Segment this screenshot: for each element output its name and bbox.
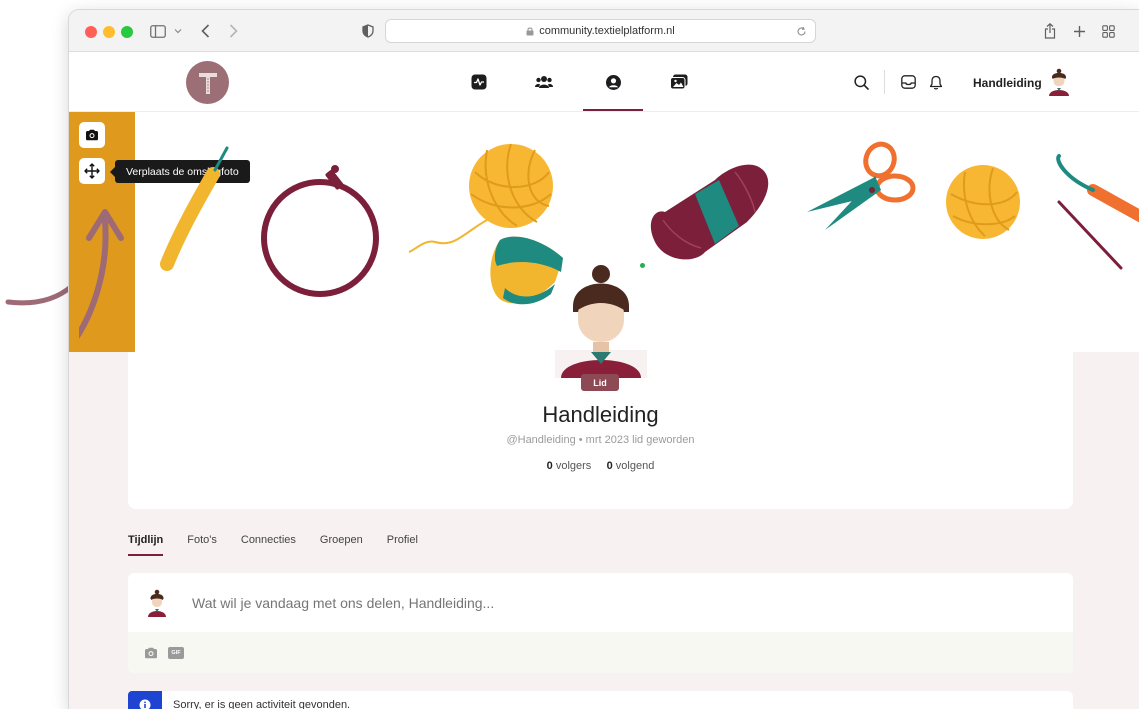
cover-arrow-annotation — [79, 209, 124, 339]
inbox-icon[interactable] — [898, 72, 918, 92]
url-text: community.textielplatform.nl — [539, 25, 675, 37]
minimize-window-button[interactable] — [103, 26, 115, 38]
composer-avatar — [148, 589, 166, 617]
following-label[interactable]: volgend — [616, 460, 655, 472]
following-count[interactable]: 0 — [607, 460, 613, 472]
empty-activity-notice: Sorry, er is geen activiteit gevonden. — [128, 691, 1073, 709]
lock-icon — [526, 27, 534, 35]
camera-icon[interactable] — [144, 647, 158, 659]
browser-window: community.textielplatform.nl Handleiding… — [69, 10, 1139, 709]
members-icon[interactable] — [534, 72, 554, 92]
composer-input-row — [128, 573, 1073, 632]
share-icon[interactable] — [1043, 21, 1057, 41]
followers-count[interactable]: 0 — [547, 460, 553, 472]
notice-text: Sorry, er is geen activiteit gevonden. — [173, 699, 351, 709]
online-status-dot — [638, 261, 647, 270]
stage: community.textielplatform.nl Handleiding… — [0, 0, 1139, 709]
profile-tabs: Tijdlijn Foto's Connecties Groepen Profi… — [128, 534, 442, 564]
needles-illustration — [1056, 154, 1139, 270]
profile-stats: 0 volgers 0 volgend — [69, 460, 1132, 472]
forward-icon[interactable] — [226, 21, 240, 41]
profile-icon[interactable] — [603, 72, 623, 92]
yarn-ball-right-illustration — [946, 165, 1020, 239]
address-bar[interactable]: community.textielplatform.nl — [385, 19, 816, 43]
composer-toolbar: GIF — [128, 632, 1073, 673]
zoom-window-button[interactable] — [121, 26, 133, 38]
change-cover-button[interactable] — [79, 122, 105, 148]
followers-label[interactable]: volgers — [556, 460, 591, 472]
activity-icon[interactable] — [469, 72, 489, 92]
camera-icon — [86, 129, 98, 141]
privacy-shield-icon[interactable] — [361, 21, 375, 41]
yarn-ball-yellow-illustration — [408, 143, 553, 253]
tab-fotos[interactable]: Foto's — [187, 534, 217, 564]
crochet-hook-illustration — [160, 146, 229, 271]
reposition-cover-button[interactable] — [79, 158, 105, 184]
profile-name: Handleiding — [542, 402, 659, 427]
search-icon[interactable] — [851, 72, 871, 92]
bell-icon[interactable] — [926, 72, 946, 92]
cover-edit-sidebar — [69, 112, 135, 352]
site-logo[interactable] — [186, 61, 229, 104]
info-icon — [128, 691, 162, 709]
chevron-down-icon[interactable] — [173, 21, 183, 41]
reload-icon[interactable] — [796, 26, 807, 37]
composer-input[interactable] — [192, 594, 892, 611]
tab-profiel[interactable]: Profiel — [387, 534, 418, 564]
tab-overview-icon[interactable] — [1101, 21, 1115, 41]
skein-teal-illustration — [490, 236, 563, 305]
scissors-illustration — [807, 141, 916, 230]
browser-titlebar: community.textielplatform.nl — [69, 10, 1139, 52]
profile-avatar[interactable] — [555, 260, 647, 378]
move-icon — [84, 163, 100, 179]
gif-icon[interactable]: GIF — [168, 646, 184, 659]
skein-burgundy-illustration — [650, 164, 769, 260]
profile-meta: @Handleiding • mrt 2023 lid geworden — [506, 434, 695, 446]
tab-groepen[interactable]: Groepen — [320, 534, 363, 564]
logo-t-icon — [198, 72, 217, 94]
member-badge: Lid — [581, 374, 619, 391]
sidebar-toggle-icon[interactable] — [149, 21, 167, 41]
back-icon[interactable] — [198, 21, 212, 41]
tab-connecties[interactable]: Connecties — [241, 534, 296, 564]
embroidery-hoop-illustration — [261, 165, 379, 297]
post-composer: GIF — [128, 573, 1073, 673]
header-user-avatar[interactable] — [1047, 68, 1071, 96]
header-divider — [884, 70, 885, 94]
photos-icon[interactable] — [669, 72, 689, 92]
tab-tijdlijn[interactable]: Tijdlijn — [128, 534, 164, 564]
close-window-button[interactable] — [85, 26, 97, 38]
active-nav-underline — [583, 109, 643, 111]
new-tab-icon[interactable] — [1072, 21, 1086, 41]
header-user-name[interactable]: Handleiding — [973, 76, 1042, 90]
site-header: Handleiding — [69, 52, 1139, 112]
